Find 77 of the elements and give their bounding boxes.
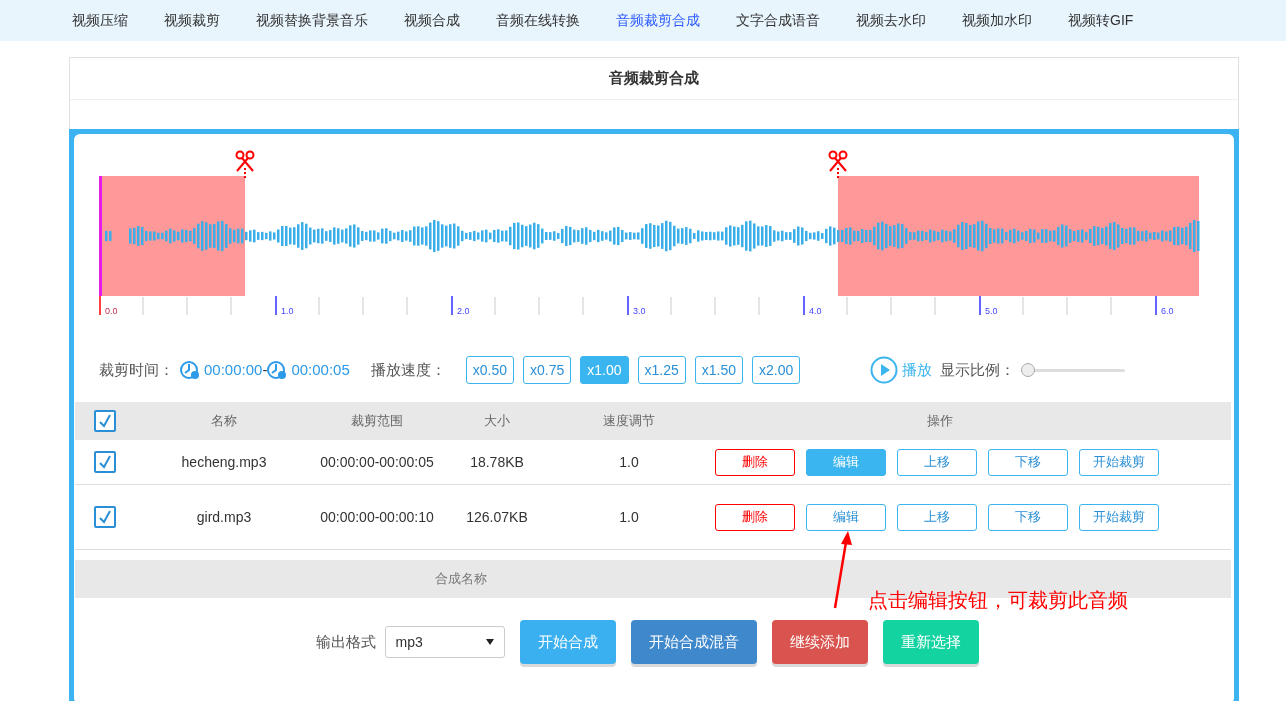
output-format-label: 输出格式 [315, 631, 376, 652]
speed-button[interactable]: x2.00 [752, 356, 801, 384]
action-button[interactable]: 上移 [897, 448, 977, 476]
clock-icon [180, 360, 200, 380]
annotation-text: 点击编辑按钮，可裁剪此音频 [868, 588, 1128, 613]
action-button[interactable]: 上移 [897, 503, 977, 531]
trim-end: 00:00:05 [291, 359, 350, 380]
speed-button[interactable]: x0.75 [523, 356, 572, 384]
tick-label: 3.0 [633, 306, 646, 316]
column-header: 裁剪范围 [350, 412, 404, 431]
table-cell-text: 00:00:00-00:00:10 [319, 507, 435, 527]
column-header: 大小 [483, 412, 511, 431]
play-button[interactable]: 播放 [870, 356, 933, 384]
speed-button[interactable]: x0.50 [465, 356, 515, 384]
speed-label: 播放速度： [370, 359, 446, 380]
table-cell-text: hecheng.mp3 [180, 452, 268, 472]
action-button[interactable]: 重新选择 [882, 620, 979, 664]
nav-link[interactable]: 视频压缩 [72, 10, 128, 31]
play-icon [870, 356, 899, 384]
action-button[interactable]: 开始裁剪 [1079, 503, 1159, 531]
table-cell-text: 18.78KB [469, 452, 525, 472]
trim-start: 00:00:00 [204, 359, 263, 380]
action-button[interactable]: 开始合成 [519, 620, 616, 664]
page-title: 音频裁剪合成 [609, 68, 699, 89]
scissors-icon[interactable] [828, 150, 848, 179]
tick-label: 1.0 [281, 306, 294, 316]
tick-label: 2.0 [457, 306, 470, 316]
action-button[interactable]: 删除 [715, 503, 795, 531]
clock-icon [267, 360, 288, 380]
zoom-slider[interactable] [1021, 363, 1126, 377]
nav-link[interactable]: 视频加水印 [962, 10, 1032, 31]
action-button[interactable]: 开始裁剪 [1079, 448, 1159, 476]
tick-label: 5.0 [985, 306, 998, 316]
table-cell-text: gird.mp3 [195, 507, 253, 527]
nav-link[interactable]: 视频裁剪 [164, 10, 220, 31]
speed-button[interactable]: x1.50 [694, 356, 744, 384]
action-button[interactable]: 下移 [988, 448, 1068, 476]
checkmark-icon [98, 455, 112, 469]
nav-link[interactable]: 音频在线转换 [496, 10, 580, 31]
checkmark-icon [98, 510, 112, 524]
action-button[interactable]: 继续添加 [771, 620, 868, 664]
action-button[interactable]: 删除 [715, 448, 795, 476]
tick-label: 6.0 [1161, 306, 1174, 316]
slider-thumb[interactable] [1021, 363, 1036, 377]
waveform-timeline[interactable]: 0.0 1.0 2.0 3.0 4.0 5.0 6.0 [99, 149, 1209, 319]
column-header: 名称 [210, 412, 238, 431]
tick-label: 0.0 [105, 306, 118, 316]
column-header: 速度调节 [602, 412, 656, 431]
action-button[interactable]: 编辑 [806, 448, 886, 476]
format-select[interactable]: mp3 [384, 626, 505, 658]
nav-link[interactable]: 视频去水印 [856, 10, 926, 31]
speed-button[interactable]: x1.00 [580, 356, 629, 384]
column-header: 操作 [926, 412, 954, 431]
checkbox[interactable] [94, 506, 116, 528]
trim-label: 裁剪时间： [99, 359, 174, 380]
tick-label: 4.0 [809, 306, 822, 316]
nav-link[interactable]: 视频合成 [404, 10, 460, 31]
checkbox[interactable] [94, 451, 116, 473]
table-cell-text: 1.0 [618, 507, 640, 527]
action-button[interactable]: 编辑 [806, 503, 886, 531]
speed-button[interactable]: x1.25 [637, 356, 686, 384]
zoom-label: 显示比例： [940, 359, 1016, 380]
nav-link[interactable]: 音频裁剪合成 [616, 10, 700, 31]
checkmark-icon [98, 414, 112, 428]
table-cell-text: 00:00:00-00:00:05 [319, 452, 435, 472]
scissors-icon[interactable] [235, 150, 255, 179]
caret-icon [485, 639, 494, 645]
table-cell-text: 1.0 [618, 452, 640, 472]
nav-link[interactable]: 视频替换背景音乐 [256, 10, 368, 31]
compose-name-label: 合成名称 [435, 570, 487, 589]
nav-link[interactable]: 文字合成语音 [736, 10, 820, 31]
nav-link[interactable]: 视频转GIF [1068, 10, 1134, 31]
checkbox[interactable] [94, 410, 116, 432]
separator: - [262, 359, 268, 380]
table-cell-text: 126.07KB [465, 507, 529, 527]
action-button[interactable]: 下移 [988, 503, 1068, 531]
action-button[interactable]: 开始合成混音 [630, 620, 757, 664]
